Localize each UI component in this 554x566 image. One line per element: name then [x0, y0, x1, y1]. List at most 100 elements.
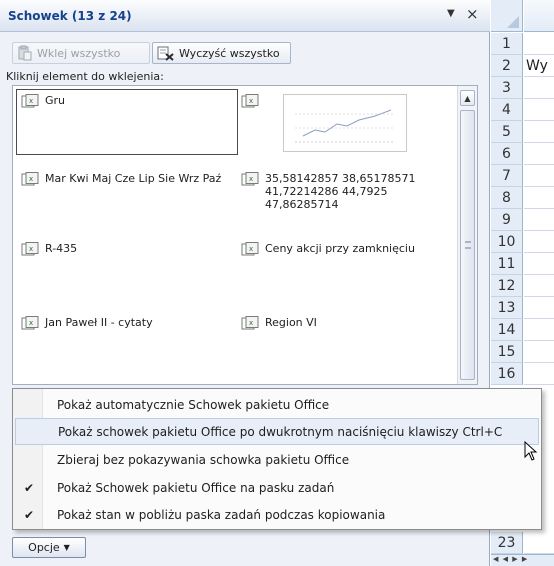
paste-all-button[interactable]: Wklej wszystko: [12, 42, 150, 64]
column-header[interactable]: [524, 0, 554, 32]
row-header[interactable]: 13: [491, 297, 523, 319]
clipboard-titlebar: Schowek (13 z 24) ▼ ×: [0, 0, 490, 32]
cell[interactable]: [524, 143, 554, 165]
row-header[interactable]: 12: [491, 275, 523, 297]
clipboard-item-text: Region VI: [265, 316, 317, 329]
menu-item-label: Pokaż Schowek pakietu Office na pasku za…: [57, 480, 335, 495]
svg-text:x: x: [249, 319, 253, 327]
cell[interactable]: [524, 231, 554, 253]
clipboard-item[interactable]: x R-435: [21, 242, 231, 257]
row-header[interactable]: 3: [491, 77, 523, 99]
cell[interactable]: [524, 121, 554, 143]
cell[interactable]: [524, 33, 554, 55]
select-all-corner[interactable]: [491, 0, 523, 32]
row-header[interactable]: 23: [491, 532, 523, 554]
menu-item-show-status-near-taskbar[interactable]: ✔ Pokaż stan w pobliżu paska zadań podcz…: [15, 501, 539, 528]
excel-item-icon: x: [21, 242, 39, 256]
excel-item-icon: x: [21, 316, 39, 330]
menu-item-collect-without-showing[interactable]: Zbieraj bez pokazywania schowka pakietu …: [15, 446, 539, 473]
row-header[interactable]: 16: [491, 363, 523, 385]
cell[interactable]: [524, 341, 554, 363]
options-button[interactable]: Opcje ▼: [12, 537, 86, 558]
svg-text:x: x: [29, 175, 33, 183]
list-scrollbar[interactable]: ▲: [457, 86, 477, 384]
clipboard-item[interactable]: x Mar Kwi Maj Cze Lip Sie Wrz Paź: [21, 172, 231, 187]
check-icon: ✔: [23, 480, 35, 495]
cell[interactable]: [524, 363, 554, 385]
svg-text:x: x: [249, 175, 253, 183]
mouse-pointer-icon: [524, 441, 538, 461]
svg-text:x: x: [249, 245, 253, 253]
clipboard-item-text: R-435: [45, 242, 78, 255]
row-header[interactable]: 11: [491, 253, 523, 275]
cell[interactable]: [524, 297, 554, 319]
clear-all-label: Wyczyść wszystko: [179, 46, 280, 60]
row-header[interactable]: 10: [491, 231, 523, 253]
task-pane-menu-icon[interactable]: ▼: [447, 8, 455, 19]
clipboard-item[interactable]: x Jan Paweł II - cytaty: [21, 316, 231, 331]
clipboard-items-list: x Gru x x Mar Kwi Maj Cze Lip Sie Wrz Pa…: [12, 85, 478, 385]
excel-item-icon: x: [241, 316, 259, 330]
menu-item-label: Pokaż automatycznie Schowek pakietu Offi…: [57, 397, 330, 412]
cell[interactable]: [524, 532, 554, 554]
clipboard-item[interactable]: x Ceny akcji przy zamknięciu: [241, 242, 451, 257]
excel-item-icon: x: [241, 172, 259, 186]
row-header[interactable]: 4: [491, 99, 523, 121]
row-header[interactable]: 8: [491, 187, 523, 209]
svg-text:x: x: [29, 319, 33, 327]
cell[interactable]: [524, 209, 554, 231]
paste-icon: [18, 45, 32, 61]
close-icon[interactable]: ×: [466, 5, 479, 23]
cell[interactable]: [524, 99, 554, 121]
row-header[interactable]: 9: [491, 209, 523, 231]
row-header[interactable]: 2: [491, 55, 523, 77]
scroll-up-icon[interactable]: ▲: [460, 90, 475, 106]
clipboard-item-text: Ceny akcji przy zamknięciu: [265, 242, 415, 255]
cell[interactable]: [524, 319, 554, 341]
row-header[interactable]: 14: [491, 319, 523, 341]
clear-all-icon: [157, 46, 174, 61]
menu-item-show-on-ctrl-c[interactable]: Pokaż schowek pakietu Office po dwukrotn…: [15, 418, 539, 445]
row-header[interactable]: 1: [491, 33, 523, 55]
clipboard-item[interactable]: x Gru: [16, 89, 238, 155]
excel-item-icon: x: [241, 242, 259, 256]
clipboard-item[interactable]: x Region VI: [241, 316, 451, 331]
clipboard-item[interactable]: x 35,58142857 38,65178571 41,72214286 44…: [241, 172, 451, 211]
cell[interactable]: [524, 253, 554, 275]
menu-item-show-automatically[interactable]: Pokaż automatycznie Schowek pakietu Offi…: [15, 391, 539, 418]
svg-text:x: x: [29, 97, 33, 105]
clipboard-item-text: Mar Kwi Maj Cze Lip Sie Wrz Paź: [45, 172, 222, 185]
clipboard-item-text: Gru: [45, 94, 66, 107]
menu-item-label: Pokaż stan w pobliżu paska zadań podczas…: [57, 507, 386, 522]
row-header[interactable]: 15: [491, 341, 523, 363]
row-header[interactable]: 5: [491, 121, 523, 143]
excel-item-icon: x: [241, 94, 259, 108]
menu-item-show-on-taskbar[interactable]: ✔ Pokaż Schowek pakietu Office na pasku …: [15, 474, 539, 501]
scroll-grip-icon: [465, 241, 471, 249]
cell[interactable]: [524, 77, 554, 99]
clipboard-item-text: Jan Paweł II - cytaty: [45, 316, 153, 329]
options-menu: Pokaż automatycznie Schowek pakietu Offi…: [12, 388, 542, 530]
menu-item-label: Pokaż schowek pakietu Office po dwukrotn…: [58, 424, 503, 439]
row-header[interactable]: 7: [491, 165, 523, 187]
clear-all-button[interactable]: Wyczyść wszystko: [152, 42, 291, 64]
sheet-navigation-icons[interactable]: ◀ ◀ ▶ ▶: [491, 554, 554, 566]
svg-text:x: x: [29, 245, 33, 253]
svg-text:x: x: [249, 97, 253, 105]
cell[interactable]: Wy: [524, 55, 554, 77]
clipboard-instruction: Kliknij element do wklejenia:: [6, 70, 164, 83]
options-label: Opcje: [28, 541, 60, 554]
clipboard-title: Schowek (13 z 24): [8, 9, 132, 23]
excel-item-icon: x: [21, 94, 39, 108]
cell[interactable]: [524, 275, 554, 297]
row-header[interactable]: 6: [491, 143, 523, 165]
scroll-thumb[interactable]: [460, 110, 475, 380]
paste-all-label: Wklej wszystko: [37, 46, 121, 60]
clipboard-item-text: 35,58142857 38,65178571 41,72214286 44,7…: [265, 172, 416, 211]
check-icon: ✔: [23, 507, 35, 522]
menu-item-label: Zbieraj bez pokazywania schowka pakietu …: [57, 452, 350, 467]
chart-thumbnail: [283, 94, 407, 152]
cell[interactable]: [524, 165, 554, 187]
clipboard-item[interactable]: x: [241, 94, 451, 154]
cell[interactable]: [524, 187, 554, 209]
